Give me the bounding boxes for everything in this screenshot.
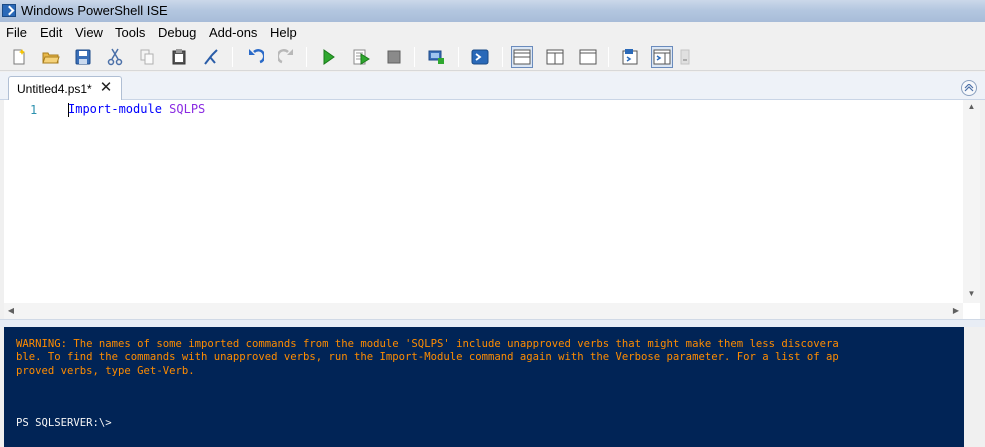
new-file-icon[interactable] <box>8 46 30 68</box>
redo-icon[interactable] <box>276 46 298 68</box>
scroll-left-icon[interactable]: ◀ <box>4 303 18 319</box>
menu-tools[interactable]: Tools <box>115 25 145 40</box>
menu-edit[interactable]: Edit <box>40 25 62 40</box>
menu-help[interactable]: Help <box>270 25 297 40</box>
scroll-down-icon[interactable]: ▼ <box>963 287 980 301</box>
collapse-script-pane-icon[interactable] <box>961 80 977 96</box>
remote-powershell-icon[interactable] <box>425 46 447 68</box>
scroll-right-icon[interactable]: ▶ <box>949 303 963 319</box>
title-bar[interactable]: Windows PowerShell ISE <box>0 0 985 22</box>
layout-script-max-icon[interactable] <box>577 46 599 68</box>
menu-view[interactable]: View <box>75 25 103 40</box>
window-title: Windows PowerShell ISE <box>21 3 168 18</box>
undo-icon[interactable] <box>244 46 266 68</box>
cut-icon[interactable] <box>104 46 126 68</box>
console-pane[interactable]: WARNING: The names of some imported comm… <box>4 327 964 447</box>
powershell-ise-window: Windows PowerShell ISE File Edit View To… <box>0 0 985 447</box>
powershell-ise-icon <box>2 4 16 17</box>
menu-debug[interactable]: Debug <box>158 25 196 40</box>
toolbar-overflow-icon[interactable] <box>678 46 692 68</box>
save-icon[interactable] <box>72 46 94 68</box>
console-scroll-gutter <box>964 327 985 447</box>
run-script-icon[interactable] <box>317 46 339 68</box>
menu-bar: File Edit View Tools Debug Add-ons Help <box>0 22 985 43</box>
horizontal-scrollbar[interactable]: ◀ ▶ <box>4 303 963 319</box>
tab-untitled4[interactable]: Untitled4.ps1* ✕ <box>8 76 122 101</box>
toolbar <box>0 43 985 71</box>
close-icon[interactable]: ✕ <box>99 80 113 96</box>
stop-icon[interactable] <box>383 46 405 68</box>
show-command-addon-icon[interactable] <box>651 46 673 68</box>
console-warning: WARNING: The names of some imported comm… <box>16 338 956 378</box>
layout-script-right-icon[interactable] <box>544 46 566 68</box>
paste-icon[interactable] <box>168 46 190 68</box>
menu-addons[interactable]: Add-ons <box>209 25 257 40</box>
scroll-up-icon[interactable]: ▲ <box>963 100 980 114</box>
show-command-icon[interactable] <box>619 46 641 68</box>
code-line[interactable]: Import-module SQLPS <box>68 102 205 116</box>
pane-splitter[interactable] <box>0 319 985 327</box>
warning-line: ble. To find the commands with unapprove… <box>16 351 839 364</box>
copy-icon[interactable] <box>136 46 158 68</box>
open-folder-icon[interactable] <box>40 46 62 68</box>
warning-line: WARNING: The names of some imported comm… <box>16 338 839 350</box>
script-editor[interactable]: 1 Import-module SQLPS ▲ ▼ ◀ ▶ <box>4 100 980 319</box>
script-tab-strip: Untitled4.ps1* ✕ <box>0 72 985 101</box>
clear-console-icon[interactable] <box>200 46 222 68</box>
run-selection-icon[interactable] <box>350 46 372 68</box>
menu-file[interactable]: File <box>6 25 27 40</box>
line-number: 1 <box>30 103 38 117</box>
console-prompt[interactable]: PS SQLSERVER:\> <box>16 417 112 429</box>
tab-label: Untitled4.ps1* <box>17 82 92 96</box>
code-command: Import-module <box>68 102 162 116</box>
powershell-console-icon[interactable] <box>469 46 491 68</box>
vertical-scrollbar[interactable]: ▲ ▼ <box>963 100 980 303</box>
code-argument: SQLPS <box>169 102 206 116</box>
layout-script-top-icon[interactable] <box>511 46 533 68</box>
warning-line: proved verbs, type Get-Verb. <box>16 364 195 377</box>
